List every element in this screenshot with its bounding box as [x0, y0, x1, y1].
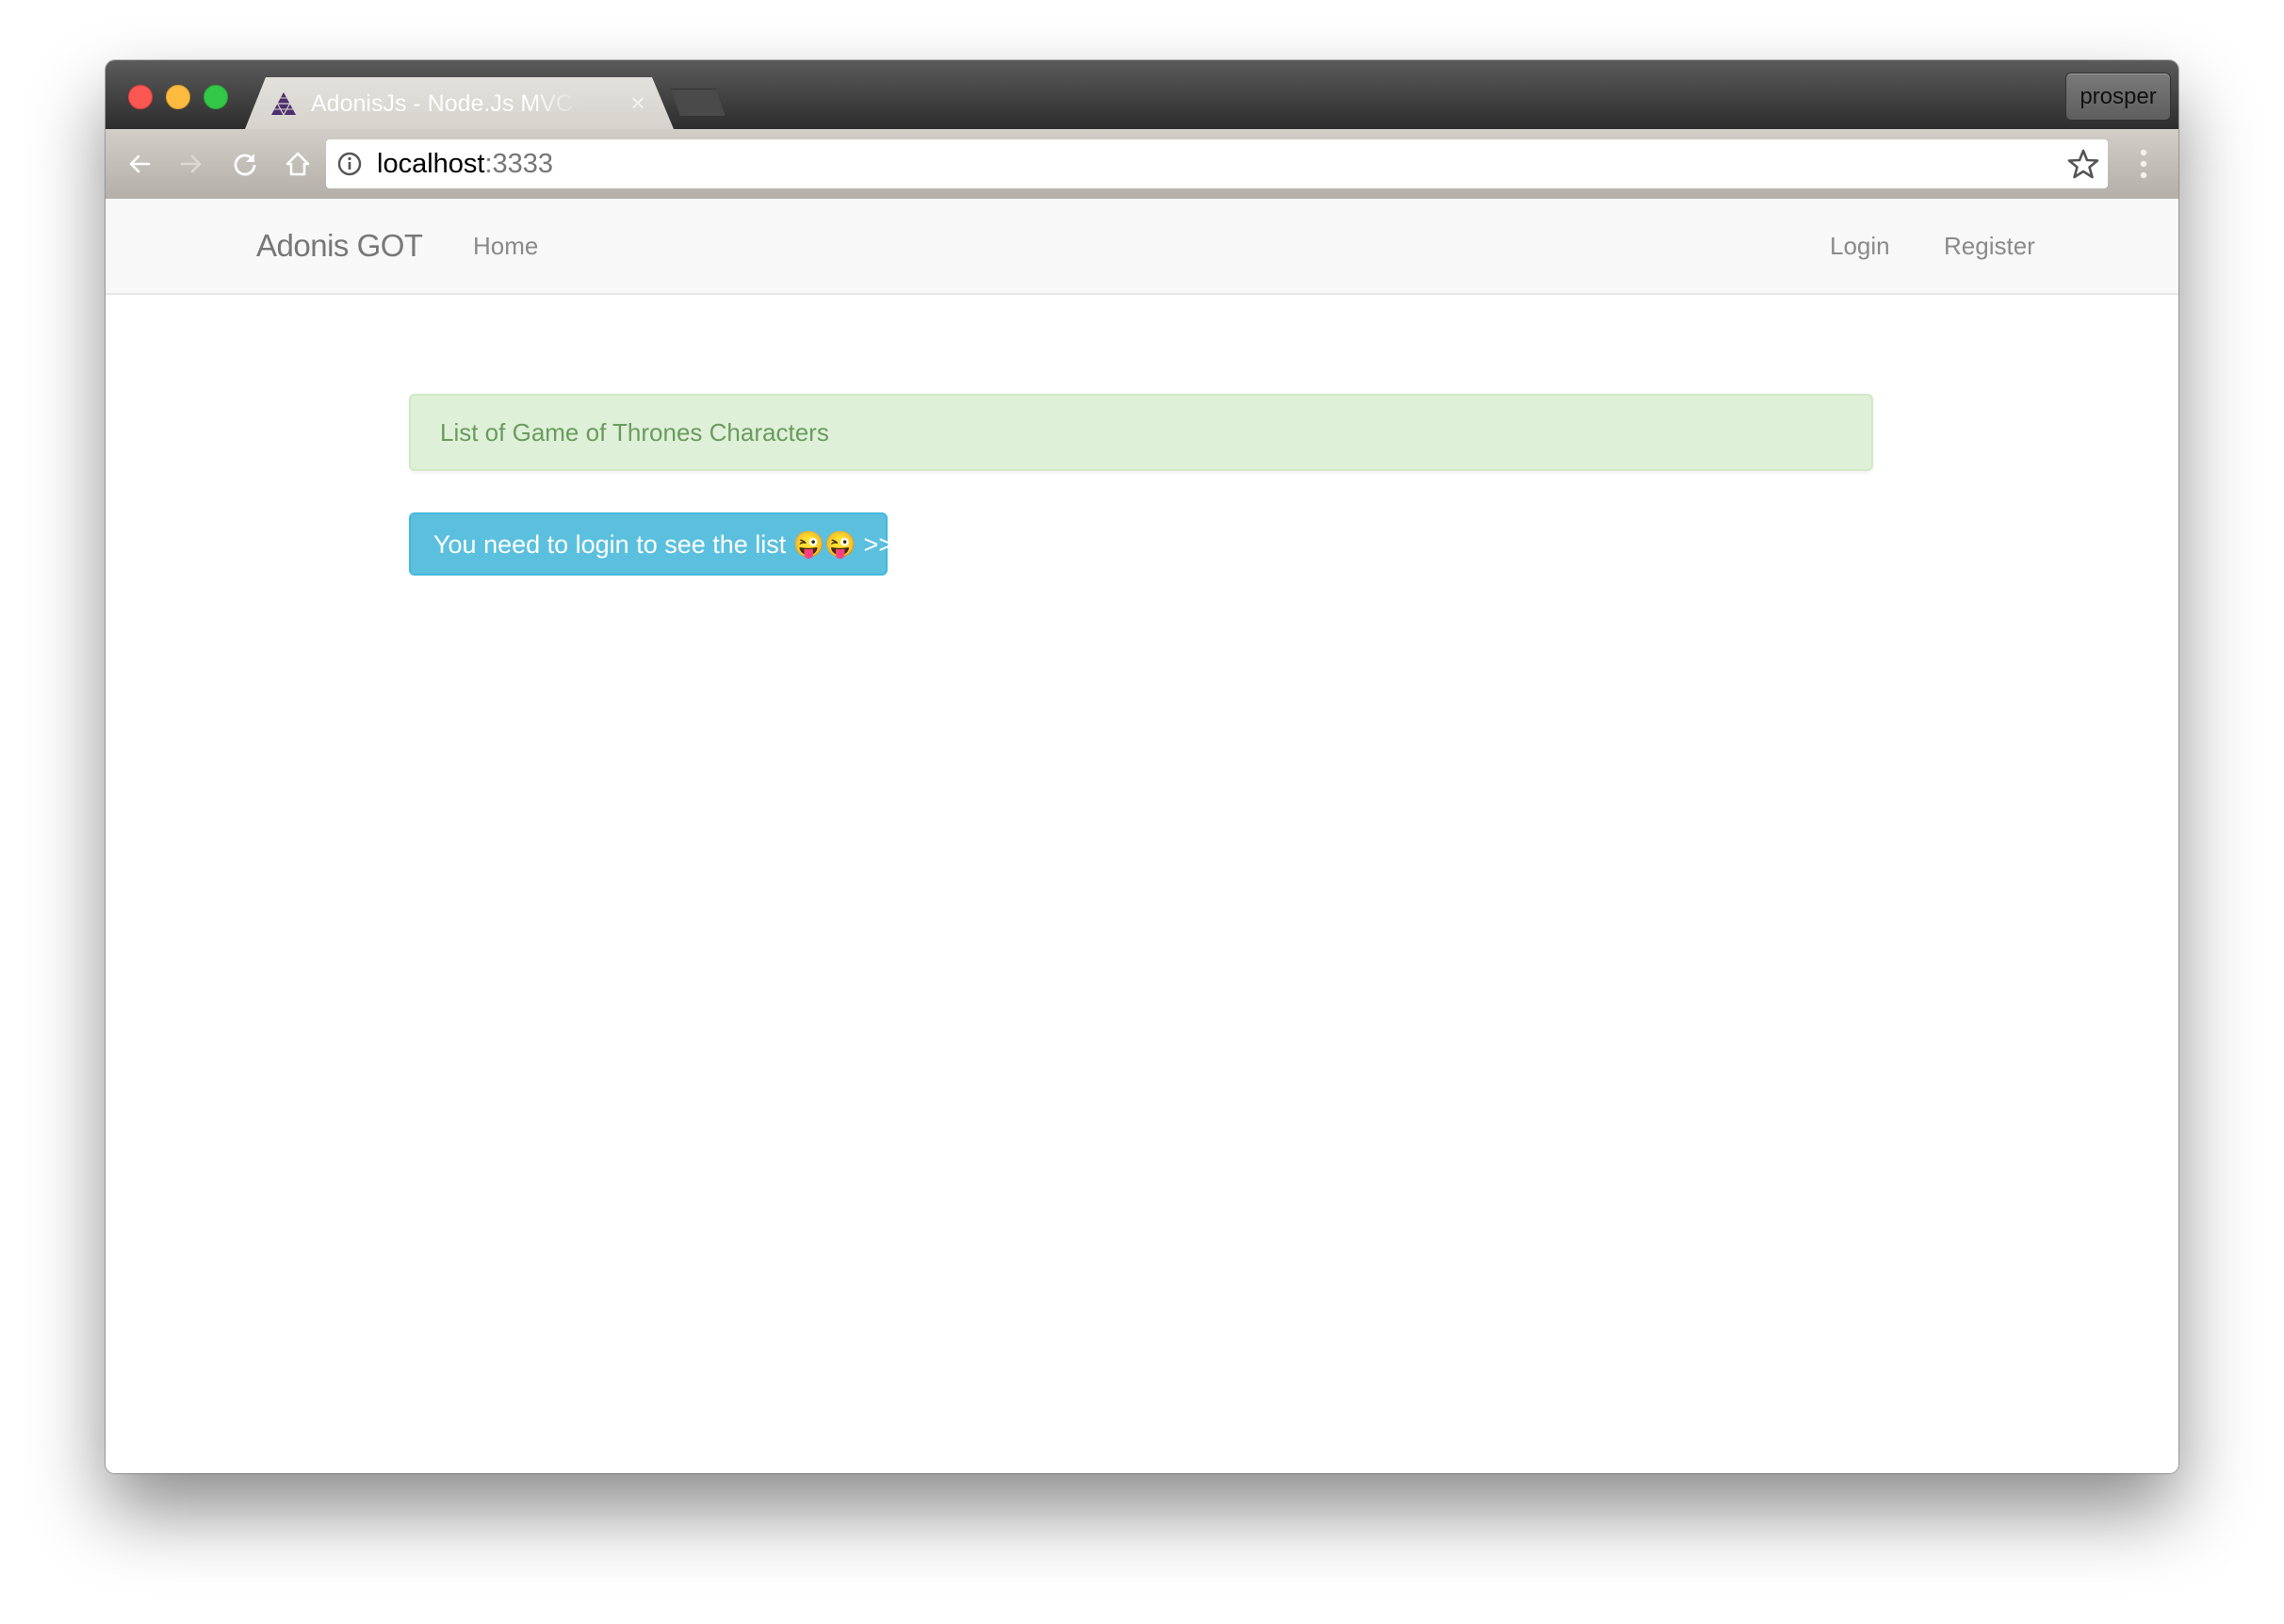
navbar-brand[interactable]: Adonis GOT — [256, 199, 423, 293]
browser-toolbar: localhost:3333 — [106, 129, 2178, 200]
url-text[interactable]: localhost:3333 — [377, 139, 553, 188]
nav-link-login[interactable]: Login — [1830, 199, 1890, 293]
success-alert: List of Game of Thrones Characters — [409, 394, 1873, 471]
kebab-menu-icon[interactable] — [2129, 146, 2158, 182]
arrow-right-icon[interactable] — [175, 148, 207, 180]
zoom-window-button[interactable] — [204, 85, 228, 109]
login-to-see-list-button[interactable]: You need to login to see the list 😜😜 >> — [409, 512, 893, 576]
alert-text: List of Game of Thrones Characters — [440, 418, 829, 447]
minimize-window-button[interactable] — [166, 85, 190, 109]
title-bar: AdonisJs - Node.Js MVC Framework × prosp… — [106, 60, 2178, 129]
new-tab-button[interactable] — [671, 89, 726, 117]
profile-button[interactable]: prosper — [2065, 73, 2171, 121]
site-navbar: Adonis GOT Home Login Register — [106, 199, 2178, 295]
browser-tab-active[interactable]: AdonisJs - Node.Js MVC Framework × — [245, 77, 674, 129]
nav-link-register[interactable]: Register — [1944, 199, 2035, 293]
tab-title: AdonisJs - Node.Js MVC Framework — [311, 90, 584, 117]
tab-close-icon[interactable]: × — [627, 87, 649, 119]
page-viewport: Adonis GOT Home Login Register List of G… — [106, 199, 2178, 1473]
reload-icon[interactable] — [229, 148, 261, 180]
new-tab-shape — [671, 89, 726, 117]
address-bar[interactable]: localhost:3333 — [326, 139, 2108, 188]
nav-link-home[interactable]: Home — [473, 199, 538, 293]
arrow-left-icon[interactable] — [123, 148, 155, 180]
close-window-button[interactable] — [128, 85, 153, 109]
star-icon[interactable] — [2066, 147, 2100, 181]
home-icon[interactable] — [282, 148, 314, 180]
adonisjs-logo-icon — [271, 92, 296, 117]
url-host: localhost — [377, 149, 485, 179]
url-port: :3333 — [484, 149, 554, 179]
info-icon[interactable] — [337, 152, 362, 176]
browser-window: AdonisJs - Node.Js MVC Framework × prosp… — [106, 60, 2178, 1473]
